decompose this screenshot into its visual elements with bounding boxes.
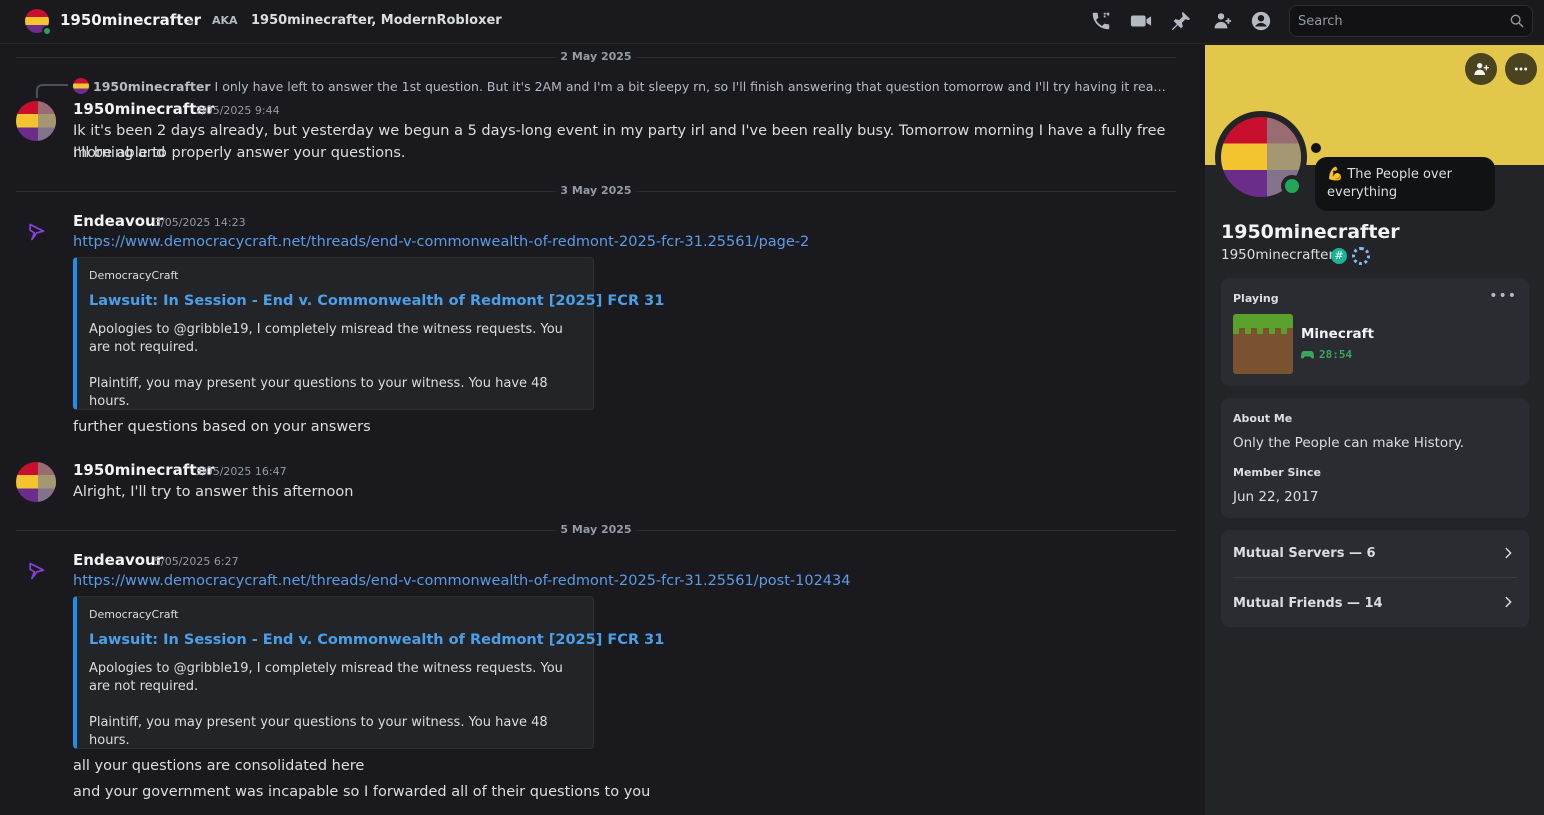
mutual-friends-label: Mutual Friends — 14: [1233, 595, 1383, 611]
search-bar[interactable]: [1289, 5, 1533, 37]
game-timer: 28:54: [1301, 348, 1352, 361]
minecraft-icon: [1233, 314, 1293, 374]
chat-area: 2 May 2025 1950minecrafter I only have le…: [0, 45, 1205, 815]
aka-names: 1950minecrafter, ModernRobloxer: [251, 13, 502, 28]
message-text: and your government was incapable so I f…: [73, 784, 651, 800]
message-author[interactable]: 1950minecrafter: [73, 100, 214, 118]
add-friend-icon: [1474, 63, 1489, 75]
embed-provider[interactable]: DemocracyCraft: [89, 608, 179, 621]
about-text: Only the People can make History.: [1233, 435, 1465, 451]
more-options-button[interactable]: [1505, 53, 1537, 85]
profile-avatar[interactable]: [1215, 111, 1307, 203]
controller-icon: [1301, 350, 1314, 359]
avatar[interactable]: [16, 101, 56, 141]
add-friends-icon[interactable]: [1210, 10, 1232, 32]
status-emoji: 💪: [1327, 167, 1344, 182]
message-author[interactable]: 1950minecrafter: [73, 461, 214, 479]
reply-preview[interactable]: 1950minecrafter I only have left to answe…: [73, 78, 1168, 96]
avatar[interactable]: [16, 462, 56, 502]
user-profile-icon[interactable]: [1250, 10, 1272, 32]
activity-card: Playing ••• Minecraft 28:54: [1221, 278, 1529, 386]
header-avatar[interactable]: [25, 9, 52, 36]
game-name: Minecraft: [1301, 326, 1374, 342]
embed-provider[interactable]: DemocracyCraft: [89, 269, 179, 282]
reply-connector: [36, 84, 68, 98]
more-icon: [1514, 67, 1528, 71]
endeavour-logo-icon: [29, 223, 45, 241]
add-friend-button[interactable]: [1465, 53, 1497, 85]
chevron-right-icon: [1501, 545, 1517, 561]
endeavour-logo-icon: [29, 562, 45, 580]
link-embed: DemocracyCraft Lawsuit: In Session - End…: [73, 596, 664, 749]
date-divider: 2 May 2025: [16, 50, 1176, 63]
message-text: further questions based on your answers: [73, 419, 371, 435]
header-username[interactable]: 1950minecrafter: [60, 11, 201, 29]
member-since-date: Jun 22, 2017: [1233, 489, 1319, 505]
search-input[interactable]: [1298, 13, 1498, 29]
header-separator: [188, 20, 192, 24]
reply-avatar: [73, 78, 89, 94]
pin-icon[interactable]: [1170, 10, 1192, 32]
chevron-right-icon: [1501, 594, 1517, 610]
avatar[interactable]: [16, 551, 56, 591]
dm-header: 1950minecrafter AKA 1950minecrafter, Mod…: [0, 0, 1544, 44]
hypesquad-badge-icon[interactable]: #: [1331, 248, 1347, 264]
member-since-label: Member Since: [1233, 466, 1321, 479]
embed-description: Apologies to @gribble19, I completely mi…: [89, 661, 563, 748]
search-icon[interactable]: [1509, 13, 1525, 29]
reply-text: I only have left to answer the 1st quest…: [214, 79, 1168, 94]
mutual-servers-label: Mutual Servers — 6: [1233, 546, 1376, 561]
about-label: About Me: [1233, 412, 1293, 425]
embed-title[interactable]: Lawsuit: In Session - End v. Commonwealt…: [89, 632, 664, 648]
message-text: all your questions are consolidated here: [73, 758, 365, 774]
message-link[interactable]: https://www.democracycraft.net/threads/e…: [73, 234, 809, 250]
video-call-icon[interactable]: [1130, 10, 1152, 32]
message-timestamp: 3/05/2025 16:47: [195, 465, 287, 478]
embed-title[interactable]: Lawsuit: In Session - End v. Commonwealt…: [89, 293, 664, 309]
message-text: Alright, I'll try to answer this afterno…: [73, 484, 354, 500]
voice-call-icon[interactable]: [1090, 10, 1112, 32]
aka-label: AKA: [212, 14, 238, 27]
date-divider: 5 May 2025: [16, 523, 1176, 536]
message-text: I'll be able to properly answer your que…: [73, 145, 406, 161]
about-card: About Me Only the People can make Histor…: [1221, 398, 1529, 518]
profile-username: 1950minecrafter: [1221, 247, 1335, 263]
message-timestamp: 5/05/2025 6:27: [154, 555, 239, 568]
message-author[interactable]: Endeavour: [73, 212, 163, 230]
profile-display-name: 1950minecrafter: [1221, 221, 1400, 243]
avatar[interactable]: [16, 212, 56, 252]
online-status-icon: [42, 26, 52, 36]
nitro-badge-icon[interactable]: [1352, 247, 1370, 265]
mutual-friends-row[interactable]: Mutual Friends — 14: [1233, 579, 1517, 627]
online-status-icon: [1281, 175, 1303, 197]
embed-description: Apologies to @gribble19, I completely mi…: [89, 322, 563, 409]
message-link[interactable]: https://www.democracycraft.net/threads/e…: [73, 573, 850, 589]
message-timestamp: 3/05/2025 14:23: [154, 216, 246, 229]
mutual-servers-row[interactable]: Mutual Servers — 6: [1233, 530, 1517, 578]
mutuals-card: Mutual Servers — 6 Mutual Friends — 14: [1221, 530, 1529, 627]
message-timestamp: 2/05/2025 9:44: [195, 104, 280, 117]
activity-more-icon[interactable]: •••: [1489, 288, 1517, 304]
status-text: The People over everything: [1327, 167, 1452, 200]
date-divider: 3 May 2025: [16, 184, 1176, 197]
playing-label: Playing: [1233, 292, 1279, 305]
message-author[interactable]: Endeavour: [73, 551, 163, 569]
status-bubble-tail: [1311, 143, 1321, 153]
link-embed: DemocracyCraft Lawsuit: In Session - End…: [73, 257, 664, 410]
reply-author[interactable]: 1950minecrafter: [93, 79, 211, 94]
custom-status-bubble: 💪 The People over everything: [1315, 157, 1495, 211]
user-profile-panel: 💪 The People over everything 1950minecra…: [1205, 45, 1544, 815]
